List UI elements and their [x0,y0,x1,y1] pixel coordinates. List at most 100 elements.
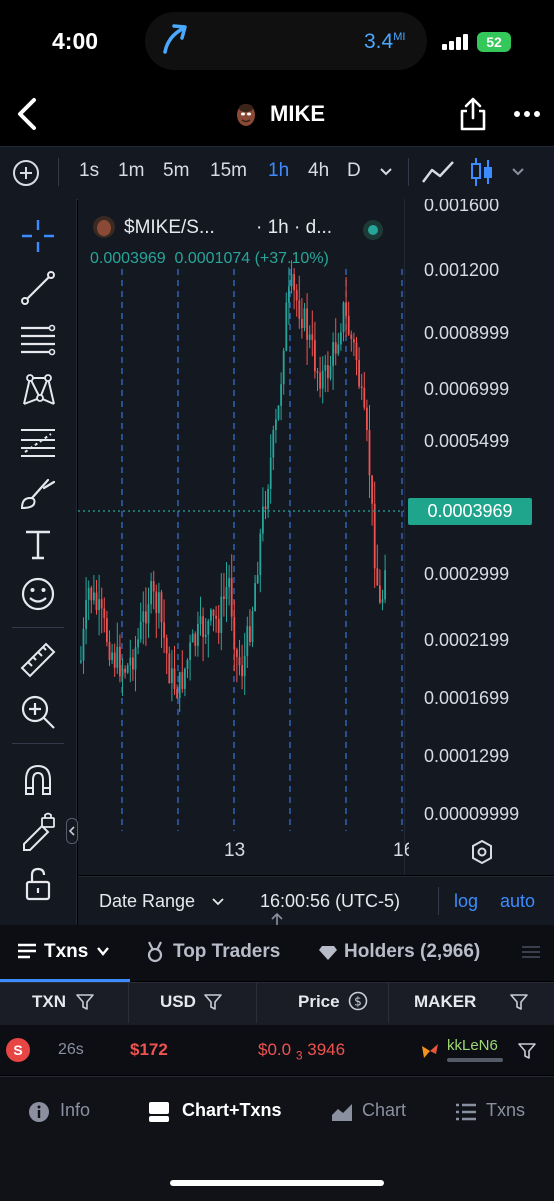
nav-txns[interactable]: Txns [486,1100,525,1121]
time-label: 13 [224,840,246,861]
chevron-down-icon[interactable] [96,946,110,958]
candle-body [324,365,327,371]
candle-body [280,384,282,406]
lock-drawing-icon[interactable] [18,812,58,852]
trend-line-icon[interactable] [18,268,58,308]
line-chart-type-icon[interactable] [420,158,456,186]
candle-body [256,575,259,584]
divider [438,887,439,915]
unlock-icon[interactable] [18,864,58,904]
chart-type-dropdown-chevron-icon[interactable] [510,166,526,178]
navigation-distance: 3.4MI [364,30,406,53]
time-label: 16 [393,840,409,861]
ruler-icon[interactable] [18,640,58,680]
candle-body [251,611,254,642]
zoom-in-icon[interactable] [18,692,58,732]
candle-body [155,591,158,614]
candle-body [199,616,202,625]
candle-body [249,626,251,642]
timeframe-1h[interactable]: 1h [268,160,289,182]
date-range-button[interactable]: Date Range [99,891,195,912]
emoji-icon[interactable] [18,574,58,614]
nav-chart-txns[interactable]: Chart+Txns [182,1100,282,1121]
candle-body [186,659,189,669]
filter-icon[interactable] [510,993,528,1011]
tab-bar: Txns Top Traders Holders (2,966) [0,925,554,981]
candle-body [285,302,288,351]
price-chart[interactable]: $MIKE/S... · 1h · d... 0.0003969 0.00010… [78,199,554,831]
candle-body [223,596,225,599]
more-options-icon[interactable] [512,106,542,122]
candle-body [264,506,267,509]
collapse-toolbar-icon[interactable] [66,818,78,844]
candle-body [321,370,324,389]
divider [128,983,129,1023]
price-axis[interactable]: 0.001600 0.001200 0.0008999 0.0006999 0.… [405,199,554,831]
divider [12,627,64,628]
candle-body [376,568,379,586]
time-axis[interactable]: 13 16 [78,831,554,875]
column-header-txn[interactable]: TXN [32,992,66,1012]
back-chevron-icon[interactable] [10,94,46,134]
bubblemap-icon[interactable] [522,945,540,959]
candle-body [259,533,262,576]
horizontal-lines-icon[interactable] [18,320,58,360]
column-header-price[interactable]: Price [298,992,340,1012]
magnet-icon[interactable] [18,760,58,800]
share-icon[interactable] [458,96,488,132]
candle-body [311,334,314,341]
tab-holders[interactable]: Holders (2,966) [344,941,480,963]
timeframe-1s[interactable]: 1s [79,160,99,182]
price-label: 0.0006999 [424,379,510,399]
candle-body [87,587,90,600]
nav-chart[interactable]: Chart [362,1100,406,1121]
candle-body [82,628,85,661]
candle-body [197,624,199,646]
timeframe-5m[interactable]: 5m [163,160,189,182]
pattern-tool-icon[interactable] [18,370,58,410]
svg-text:$: $ [354,995,362,1009]
timeframe-15m[interactable]: 15m [210,160,247,182]
divider [58,158,59,186]
maker-address[interactable]: kkLeN6 [447,1037,498,1054]
filter-icon[interactable] [518,1042,536,1060]
candlestick-chart-type-icon[interactable] [468,156,496,188]
crosshair-icon[interactable] [18,216,58,256]
candle-body [353,339,355,343]
tab-top-traders[interactable]: Top Traders [173,941,280,963]
chevron-down-icon [212,898,224,906]
clock: 4:00 [52,28,99,54]
column-header-maker[interactable]: MAKER [414,992,476,1012]
price-label: 0.0001299 [424,746,510,766]
column-header-usd[interactable]: USD [160,992,196,1012]
candle-body [282,350,285,385]
chart-txns-icon [149,1102,169,1122]
filter-icon[interactable] [204,993,222,1011]
timeframe-4h[interactable]: 4h [308,160,329,182]
log-scale-toggle[interactable]: log [454,891,478,912]
token-avatar-icon [93,216,115,238]
tab-txns[interactable]: Txns [44,941,88,963]
candle-body [165,637,168,654]
price-label: 0.0002999 [424,564,510,584]
fib-retracement-icon[interactable] [18,422,58,462]
candle-body [366,407,368,431]
auto-scale-toggle[interactable]: auto [500,891,535,912]
timeframe-1m[interactable]: 1m [118,160,144,182]
candle-body [306,308,308,340]
timeframe-dropdown-chevron-icon[interactable] [378,166,394,178]
currency-toggle-icon[interactable]: $ [348,991,368,1011]
nav-info[interactable]: Info [60,1100,90,1121]
table-row[interactable]: S 26s $172 $0.0 3 3946 kkLeN6 [0,1025,554,1075]
timeframe-1d[interactable]: D [347,160,361,182]
add-indicator-icon[interactable] [12,159,40,187]
filter-icon[interactable] [76,993,94,1011]
txn-age: 26s [58,1041,84,1058]
text-tool-icon[interactable] [18,524,58,564]
candle-body [225,587,228,599]
candle-body [163,622,165,638]
txn-usd: $172 [130,1040,168,1059]
brush-icon[interactable] [18,474,58,514]
candle-body [217,618,220,633]
chart-settings-icon[interactable] [470,839,494,865]
